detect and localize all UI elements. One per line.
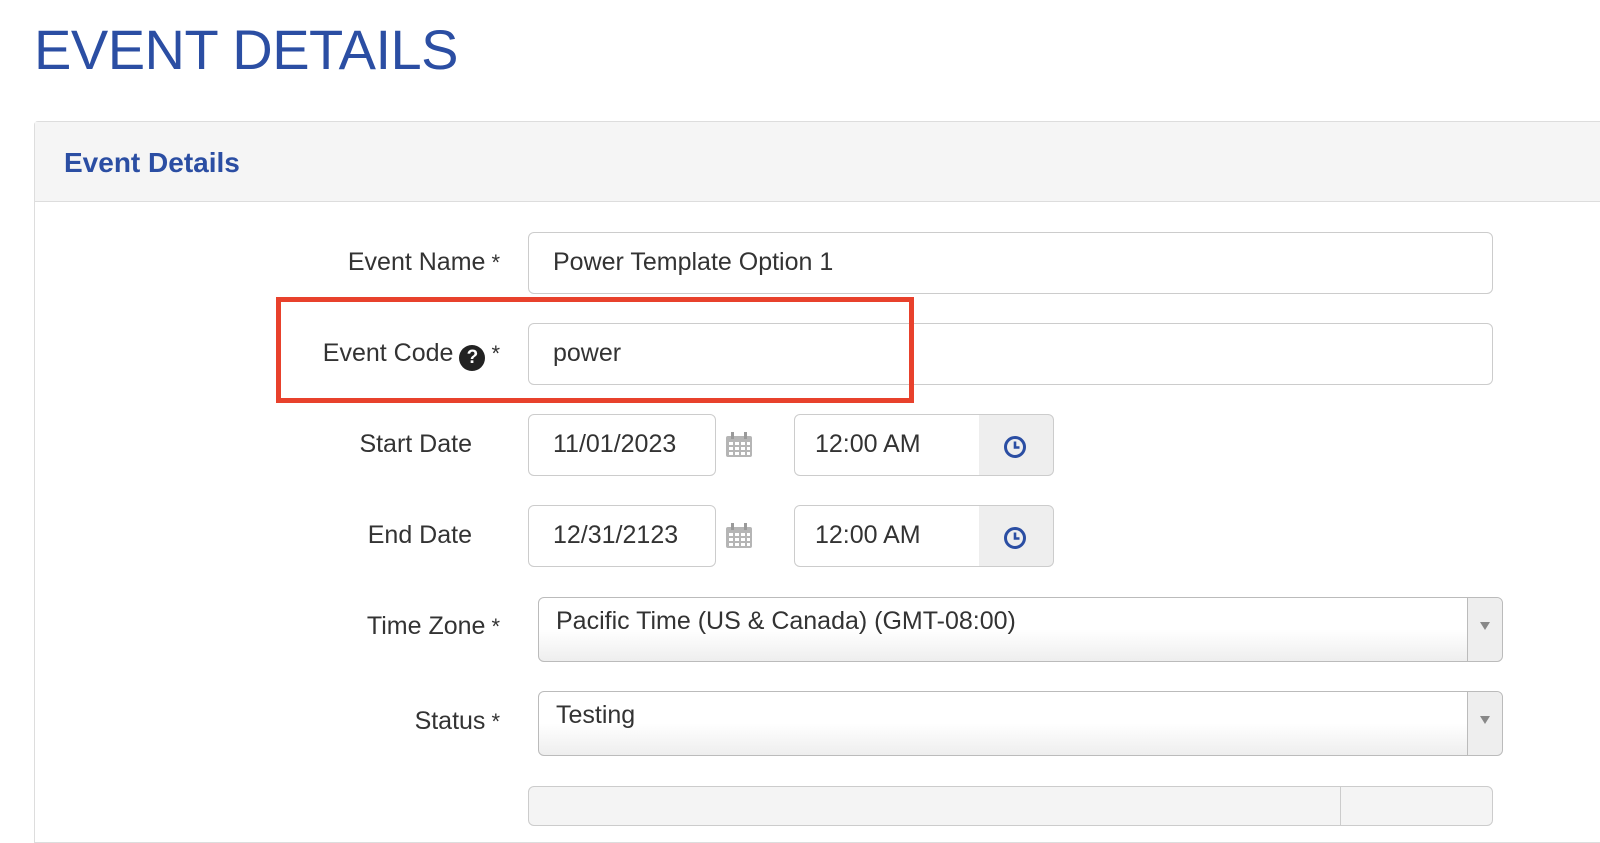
next-field-addon[interactable] [1340, 786, 1493, 826]
page-title: EVENT DETAILS [34, 18, 459, 81]
required-mark: * [491, 614, 500, 639]
panel-header: Event Details [35, 122, 1600, 202]
clock-icon [1004, 436, 1026, 458]
highlight-annotation-box [276, 297, 914, 403]
time-zone-label-text: Time Zone [366, 612, 486, 640]
calendar-icon[interactable] [725, 432, 753, 458]
event-name-label-text: Event Name [347, 248, 486, 276]
start-time-picker-button[interactable] [979, 414, 1054, 476]
event-name-label: Event Name * [300, 246, 500, 279]
required-mark: * [491, 250, 500, 275]
start-date-input[interactable]: 11/01/2023 [528, 414, 716, 476]
end-time-input[interactable]: 12:00 AM [794, 505, 980, 567]
start-time-input[interactable]: 12:00 AM [794, 414, 980, 476]
status-selected-value: Testing [556, 701, 636, 729]
end-time-picker-button[interactable] [979, 505, 1054, 567]
status-label: Status * [300, 705, 500, 738]
panel-title: Event Details [64, 147, 240, 178]
end-date-label: End Date [367, 521, 472, 549]
event-name-input[interactable]: Power Template Option 1 [528, 232, 1493, 294]
end-date-input[interactable]: 12/31/2123 [528, 505, 716, 567]
time-zone-label: Time Zone * [300, 610, 500, 643]
chevron-down-icon[interactable] [1467, 598, 1502, 661]
chevron-down-icon[interactable] [1467, 692, 1502, 755]
required-mark: * [491, 709, 500, 734]
status-select[interactable]: Testing [538, 691, 1503, 756]
calendar-icon[interactable] [725, 523, 753, 549]
start-date-label: Start Date [359, 430, 472, 458]
time-zone-select[interactable]: Pacific Time (US & Canada) (GMT-08:00) [538, 597, 1503, 662]
clock-icon [1004, 527, 1026, 549]
time-zone-selected-value: Pacific Time (US & Canada) (GMT-08:00) [556, 607, 1016, 635]
status-label-text: Status [414, 707, 486, 735]
